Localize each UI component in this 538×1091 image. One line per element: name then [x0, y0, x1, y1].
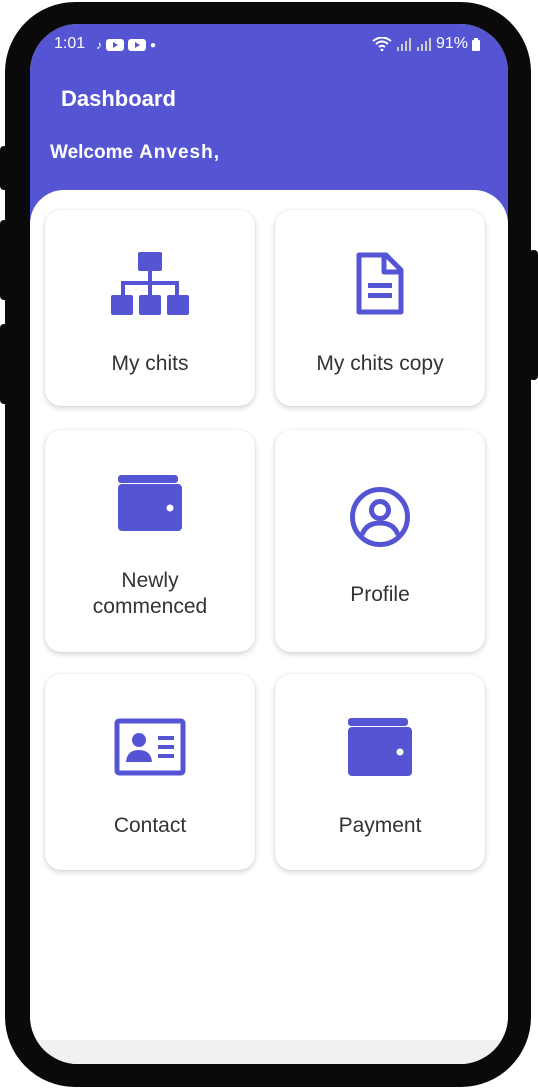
app-screen: 1:01 ♪ ● 91% Dashboard Welcome Anvesh, M… [30, 24, 508, 1064]
battery-percent: 91% [435, 35, 468, 52]
status-bar: 1:01 ♪ ● 91% [30, 34, 508, 56]
document-icon [275, 252, 485, 316]
navigation-bar [30, 1040, 508, 1064]
card-label: Contact [113, 814, 187, 837]
card-label: Newly commenced [92, 569, 208, 618]
wallet-icon [45, 475, 255, 531]
side-button [0, 324, 9, 404]
contact-card-icon [45, 718, 255, 776]
org-chart-icon [45, 252, 255, 318]
notification-icons: ♪ ● [96, 38, 156, 52]
youtube-icon [106, 39, 124, 51]
tiktok-icon: ♪ [96, 38, 102, 52]
side-button [0, 146, 9, 190]
newly-commenced-card[interactable]: Newly commenced [45, 430, 255, 652]
welcome-message: Welcome Anvesh, [50, 142, 220, 164]
dashboard-grid: My chits My chits copy Newly commenced P… [30, 190, 508, 1050]
page-title: Dashboard [61, 86, 176, 111]
card-label: Profile [350, 583, 410, 606]
system-icons: 91% [372, 35, 480, 53]
wallet-icon [275, 718, 485, 776]
contact-card[interactable]: Contact [45, 674, 255, 870]
signal-icon [396, 38, 411, 51]
profile-card[interactable]: Profile [275, 430, 485, 652]
user-name: Anvesh, [139, 142, 220, 163]
payment-card[interactable]: Payment [275, 674, 485, 870]
dot-icon: ● [150, 39, 157, 51]
card-label: My chits copy [316, 352, 444, 375]
card-label: Payment [338, 814, 422, 837]
user-circle-icon [275, 486, 485, 548]
status-time: 1:01 [54, 35, 86, 52]
my-chits-copy-card[interactable]: My chits copy [275, 210, 485, 406]
my-chits-card[interactable]: My chits [45, 210, 255, 406]
side-button [529, 250, 538, 380]
signal-icon [416, 38, 431, 51]
youtube-icon [128, 39, 146, 51]
side-button [0, 220, 9, 300]
welcome-label: Welcome [50, 142, 134, 163]
card-label: My chits [111, 352, 189, 375]
wifi-icon [372, 37, 392, 51]
battery-icon [472, 37, 480, 51]
